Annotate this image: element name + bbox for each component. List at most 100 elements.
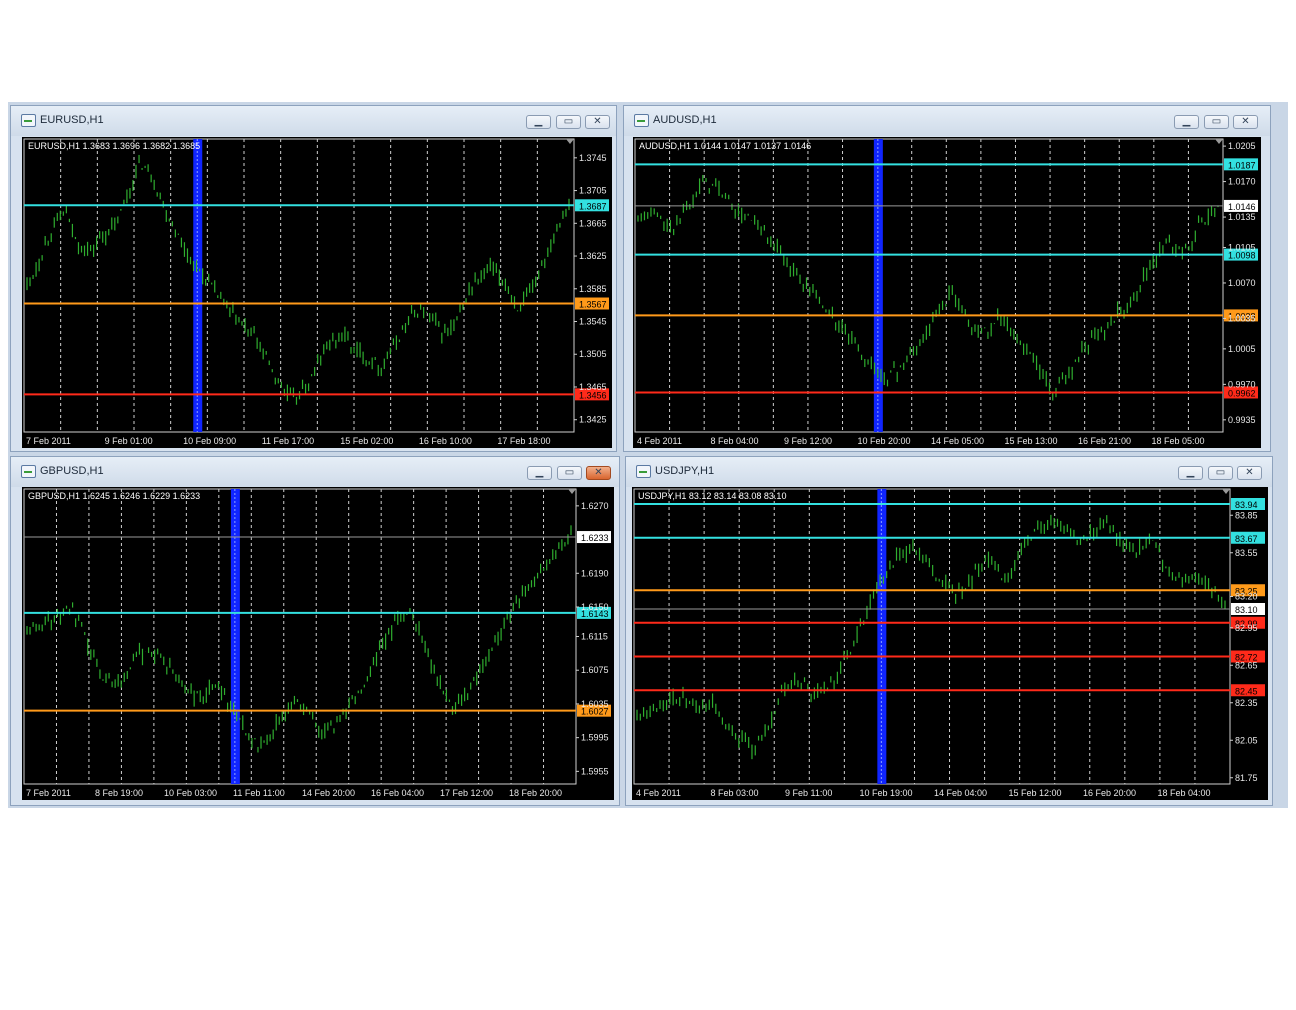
y-tick-label: 1.6270 <box>581 501 609 511</box>
chart-shift-marker <box>1222 489 1230 494</box>
chart-shift-marker <box>566 139 574 144</box>
x-tick-label: 10 Feb 03:00 <box>164 788 217 798</box>
chart-window-usdjpy[interactable]: USDJPY,H1 ▁ ▭ ✕ 83.94 83.67 83.25 82.99 82.7… <box>625 456 1273 806</box>
y-tick-label: 0.9935 <box>1228 415 1256 425</box>
title-bar[interactable]: GBPUSD,H1 ▁ ▭ ✕ <box>11 457 619 487</box>
x-tick-label: 9 Feb 11:00 <box>785 788 832 798</box>
minimize-button[interactable]: ▁ <box>1178 466 1203 480</box>
price-chart[interactable]: 1.0187 1.0098 1.0038 0.9962 1.0146 1.0205 1.01… <box>633 137 1261 448</box>
ohlc-label: GBPUSD,H1 1.6245 1.6246 1.6229 1.6233 <box>28 491 200 501</box>
window-title: EURUSD,H1 <box>40 114 104 126</box>
y-tick-label: 1.0005 <box>1228 344 1256 354</box>
chart-canvas: 83.9483.6783.2582.9982.7282.4583.1083.85… <box>633 488 1265 798</box>
current-price-label: 83.10 <box>1235 605 1258 615</box>
x-tick-label: 18 Feb 05:00 <box>1152 436 1205 446</box>
chart-window-audusd[interactable]: AUDUSD,H1 ▁ ▭ ✕ 1.0187 1.0098 1.0038 0.9962… <box>623 105 1271 452</box>
x-tick-label: 11 Feb 11:00 <box>233 788 285 798</box>
close-button[interactable]: ✕ <box>1237 466 1262 480</box>
close-icon: ✕ <box>594 467 603 478</box>
x-tick-label: 10 Feb 19:00 <box>860 788 913 798</box>
y-tick-label: 1.0035 <box>1228 313 1256 323</box>
x-tick-label: 15 Feb 13:00 <box>1005 436 1058 446</box>
level-price-label: 1.3687 <box>579 201 607 211</box>
chart-canvas: 1.01871.00981.00380.99621.01461.02051.01… <box>634 138 1258 446</box>
close-button[interactable]: ✕ <box>586 466 611 480</box>
x-tick-label: 15 Feb 12:00 <box>1009 788 1062 798</box>
maximize-button[interactable]: ▭ <box>1208 466 1233 480</box>
maximize-icon: ▭ <box>1215 467 1226 478</box>
x-tick-label: 9 Feb 01:00 <box>105 436 153 446</box>
plot-frame <box>23 488 577 785</box>
chart-canvas: 1.61431.60271.62331.62701.61901.61501.61… <box>23 488 611 798</box>
title-bar[interactable]: USDJPY,H1 ▁ ▭ ✕ <box>626 457 1272 487</box>
x-tick-label: 17 Feb 18:00 <box>497 436 550 446</box>
x-tick-label: 16 Feb 10:00 <box>419 436 472 446</box>
y-tick-label: 1.3505 <box>579 349 607 359</box>
x-tick-label: 16 Feb 20:00 <box>1083 788 1136 798</box>
maximize-icon: ▭ <box>564 467 575 478</box>
maximize-button[interactable]: ▭ <box>556 115 581 129</box>
minimize-icon: ▁ <box>1182 116 1191 127</box>
y-tick-label: 1.0205 <box>1228 141 1256 151</box>
minimize-button[interactable]: ▁ <box>527 466 552 480</box>
price-chart[interactable]: 1.3687 1.3567 1.3456 1.3745 1.3705 1.3665 1.36… <box>22 137 612 448</box>
price-chart[interactable]: 1.6143 1.6027 1.6233 1.6270 1.6190 1.6150 1.61… <box>22 487 614 800</box>
ohlc-label: EURUSD,H1 1.3683 1.3696 1.3682 1.3685 <box>28 141 200 151</box>
close-icon: ✕ <box>1245 467 1254 478</box>
chart-shift-marker <box>1215 139 1223 144</box>
x-tick-label: 10 Feb 09:00 <box>183 436 236 446</box>
x-tick-label: 11 Feb 17:00 <box>262 436 314 446</box>
x-tick-label: 8 Feb 19:00 <box>95 788 143 798</box>
close-icon: ✕ <box>1241 116 1250 127</box>
chart-window-gbpusd[interactable]: GBPUSD,H1 ▁ ▭ ✕ 1.6143 1.6027 1.6233 1.6270… <box>10 456 620 806</box>
y-tick-label: 1.6115 <box>581 632 608 642</box>
plot-frame <box>633 488 1231 785</box>
x-tick-label: 18 Feb 04:00 <box>1158 788 1211 798</box>
maximize-button[interactable]: ▭ <box>557 466 582 480</box>
close-button[interactable]: ✕ <box>1233 115 1258 129</box>
x-tick-label: 18 Feb 20:00 <box>509 788 562 798</box>
y-tick-label: 82.95 <box>1235 623 1258 633</box>
window-title: GBPUSD,H1 <box>40 465 104 477</box>
x-tick-label: 7 Feb 2011 <box>26 436 71 446</box>
x-tick-label: 8 Feb 03:00 <box>711 788 759 798</box>
y-tick-label: 1.3465 <box>579 382 607 392</box>
x-tick-label: 17 Feb 12:00 <box>440 788 493 798</box>
y-tick-label: 1.3545 <box>579 317 607 327</box>
close-button[interactable]: ✕ <box>585 115 610 129</box>
plot-frame <box>634 138 1224 433</box>
level-price-label: 0.9962 <box>1228 388 1256 398</box>
ohlc-label: USDJPY,H1 83.12 83.14 83.08 83.10 <box>638 491 786 501</box>
minimize-button[interactable]: ▁ <box>1174 115 1199 129</box>
price-chart[interactable]: 83.94 83.67 83.25 82.99 82.72 82.45 83.10 83.85… <box>632 487 1268 800</box>
y-tick-label: 1.3425 <box>579 415 607 425</box>
y-tick-label: 1.6075 <box>581 665 609 675</box>
current-price-label: 1.0146 <box>1228 202 1256 212</box>
x-tick-label: 9 Feb 12:00 <box>784 436 832 446</box>
level-price-label: 82.45 <box>1235 686 1258 696</box>
x-tick-label: 8 Feb 04:00 <box>711 436 759 446</box>
chart-window-icon <box>21 465 36 478</box>
chart-window-icon <box>21 114 36 127</box>
chart-window-eurusd[interactable]: EURUSD,H1 ▁ ▭ ✕ 1.3687 1.3567 1.3456 1.3745… <box>10 105 617 452</box>
y-tick-label: 82.35 <box>1235 698 1258 708</box>
minimize-button[interactable]: ▁ <box>526 115 551 129</box>
title-bar[interactable]: EURUSD,H1 ▁ ▭ ✕ <box>11 106 616 136</box>
y-tick-label: 1.3705 <box>579 186 607 196</box>
y-tick-label: 1.0135 <box>1228 212 1256 222</box>
y-tick-label: 1.5955 <box>581 766 609 776</box>
window-title: USDJPY,H1 <box>655 465 715 477</box>
x-tick-label: 15 Feb 02:00 <box>340 436 393 446</box>
y-tick-label: 82.05 <box>1235 735 1258 745</box>
maximize-icon: ▭ <box>1211 116 1222 127</box>
chart-window-icon <box>634 114 649 127</box>
current-price-label: 1.6233 <box>581 533 609 543</box>
minimize-icon: ▁ <box>534 116 543 127</box>
x-tick-label: 4 Feb 2011 <box>636 788 681 798</box>
chart-canvas: 1.36871.35671.34561.37451.37051.36651.36… <box>23 138 609 446</box>
y-tick-label: 83.85 <box>1235 510 1258 520</box>
title-bar[interactable]: AUDUSD,H1 ▁ ▭ ✕ <box>624 106 1270 136</box>
plot-frame <box>23 138 575 433</box>
y-tick-label: 83.55 <box>1235 548 1258 558</box>
maximize-button[interactable]: ▭ <box>1204 115 1229 129</box>
